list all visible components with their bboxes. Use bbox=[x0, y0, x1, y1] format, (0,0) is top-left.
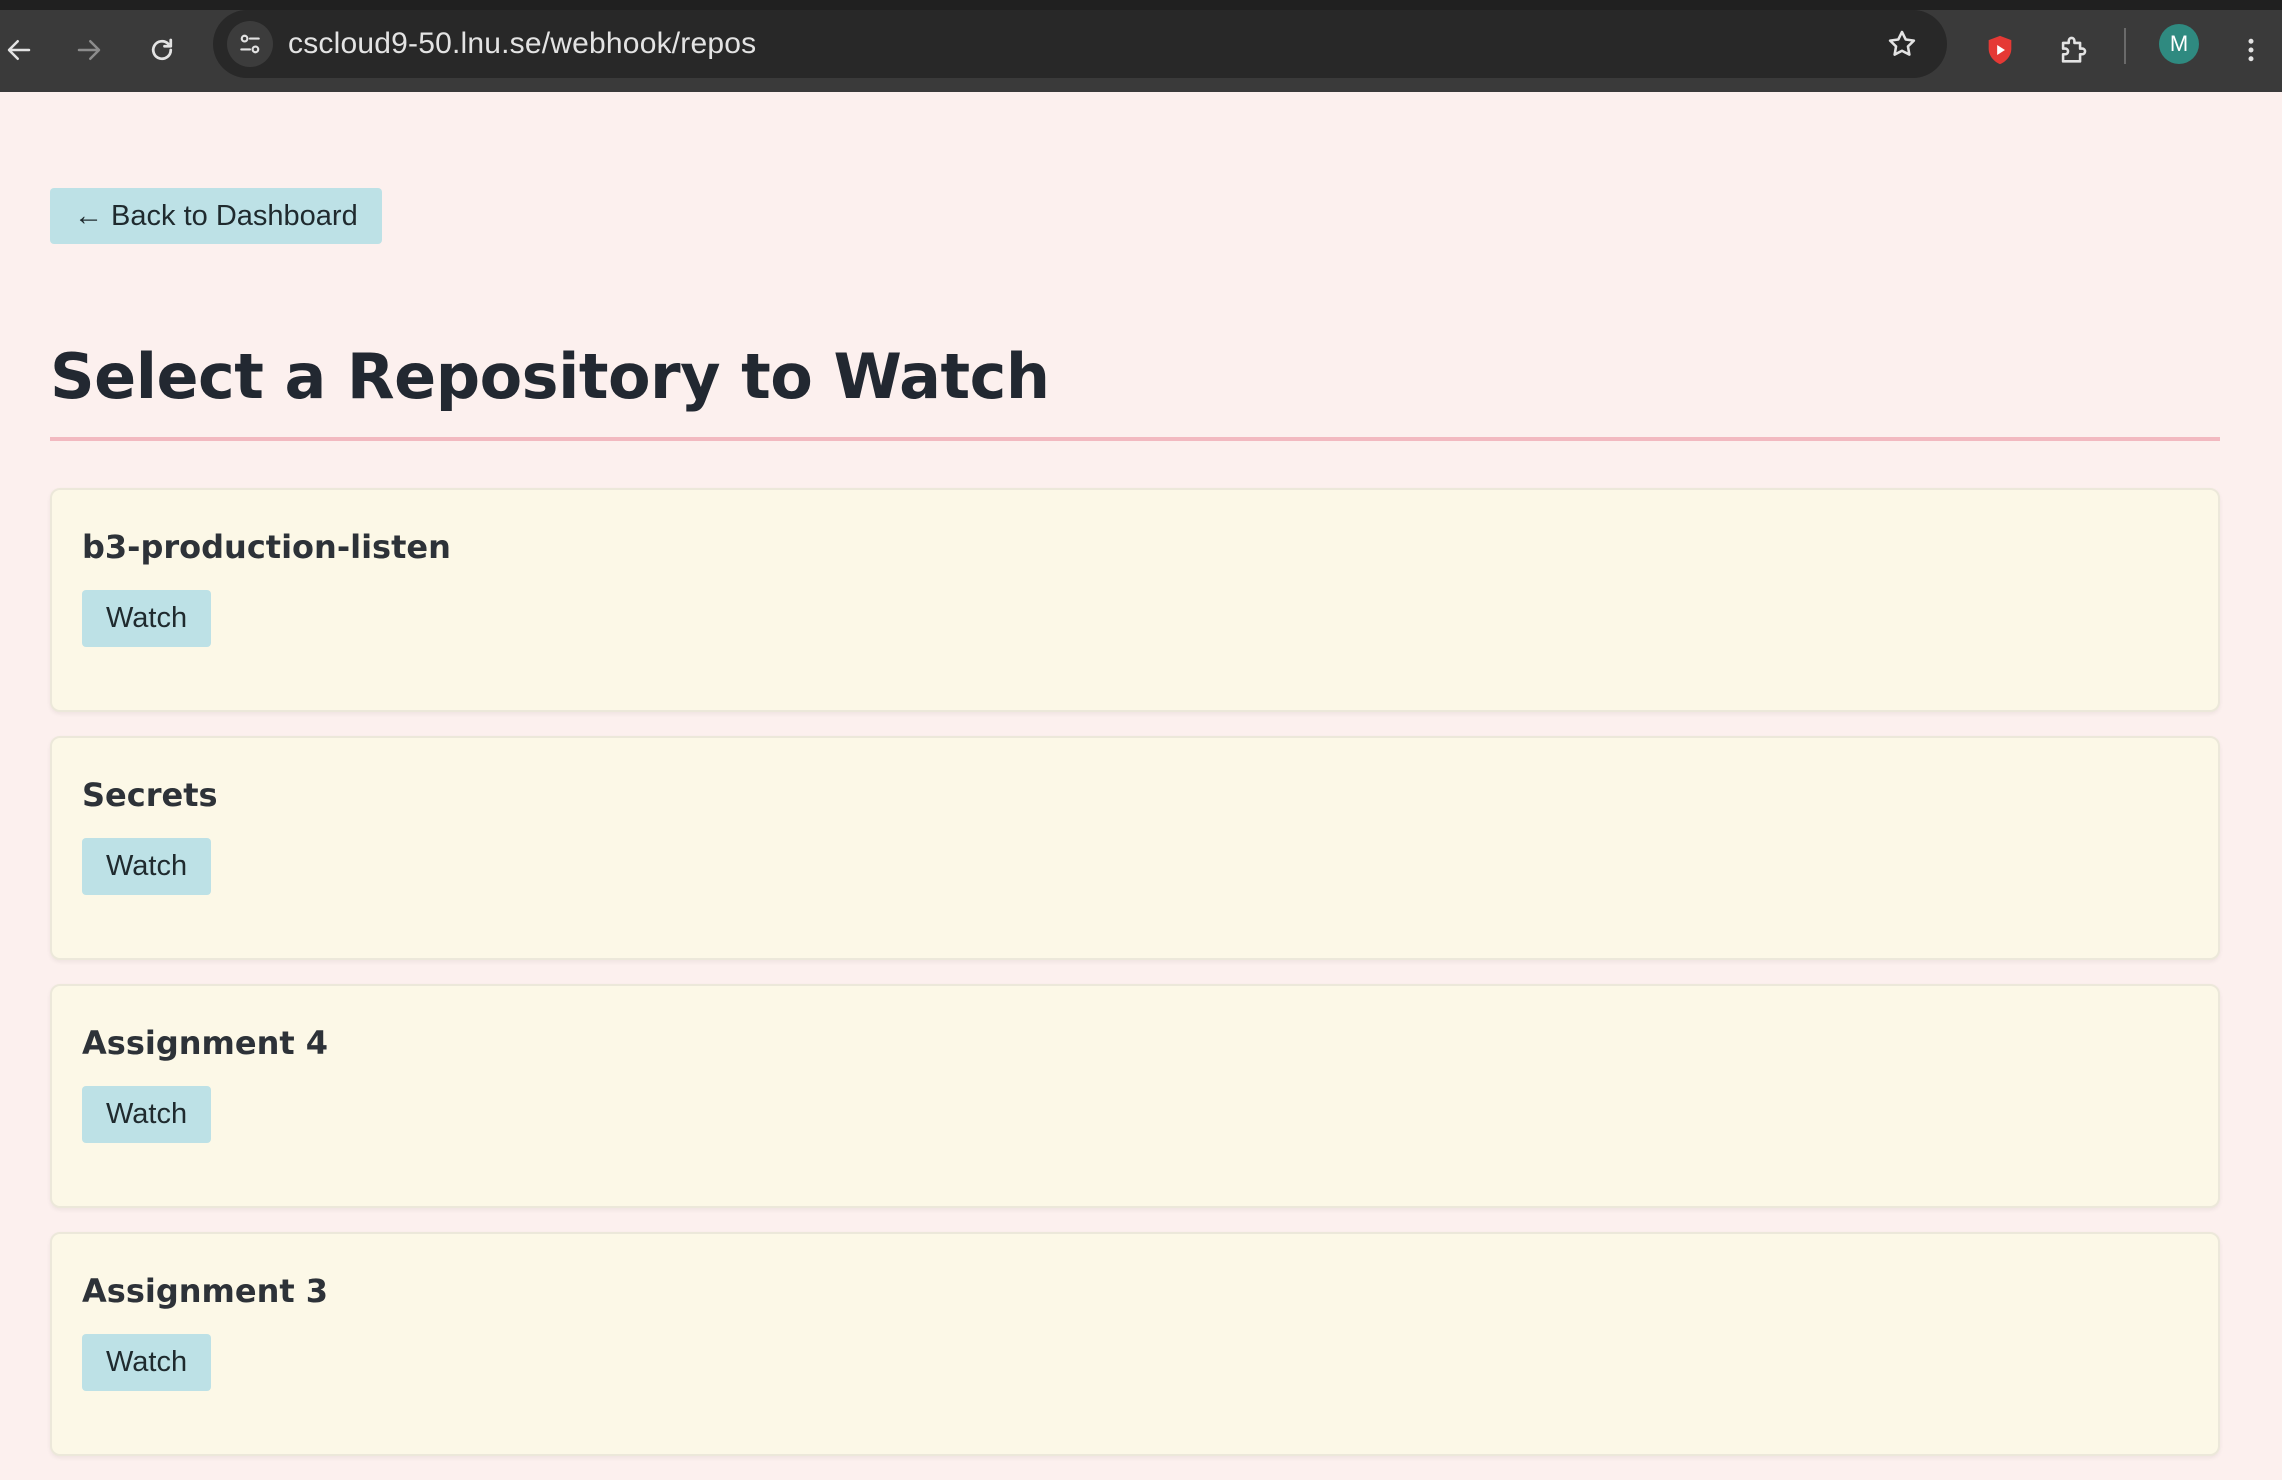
watch-button[interactable]: Watch bbox=[82, 838, 212, 895]
url-text[interactable]: cscloud9-50.lnu.se/webhook/repos bbox=[288, 10, 756, 78]
toolbar-divider bbox=[2124, 28, 2126, 64]
repo-card: Assignment 3 Watch bbox=[50, 1232, 2220, 1456]
page-content: ← Back to Dashboard Select a Repository … bbox=[0, 92, 2282, 1456]
title-divider bbox=[50, 437, 2220, 441]
kebab-menu-icon bbox=[2248, 38, 2254, 62]
star-icon bbox=[1888, 30, 1916, 56]
page-title: Select a Repository to Watch bbox=[50, 340, 1050, 413]
browser-toolbar: cscloud9-50.lnu.se/webhook/repos M bbox=[0, 0, 2282, 92]
arrow-right-icon bbox=[77, 40, 101, 60]
watch-button[interactable]: Watch bbox=[82, 1086, 212, 1143]
shield-extension-button[interactable] bbox=[1975, 25, 2025, 75]
reload-button[interactable] bbox=[137, 25, 187, 75]
repo-list: b3-production-listen Watch Secrets Watch… bbox=[50, 488, 2220, 1480]
site-info-button[interactable] bbox=[227, 21, 273, 67]
repo-card: Assignment 4 Watch bbox=[50, 984, 2220, 1208]
repo-name: Secrets bbox=[82, 776, 218, 814]
puzzle-icon bbox=[2061, 36, 2087, 63]
back-to-dashboard-button[interactable]: ← Back to Dashboard bbox=[50, 188, 382, 244]
watch-button[interactable]: Watch bbox=[82, 1334, 212, 1391]
repo-name: Assignment 4 bbox=[82, 1024, 329, 1062]
repo-name: b3-production-listen bbox=[82, 528, 451, 566]
browser-menu-button[interactable] bbox=[2226, 25, 2276, 75]
profile-avatar[interactable]: M bbox=[2159, 24, 2199, 64]
extensions-button[interactable] bbox=[2048, 25, 2098, 75]
arrow-left-icon bbox=[7, 40, 31, 60]
watch-button[interactable]: Watch bbox=[82, 590, 212, 647]
repo-card: b3-production-listen Watch bbox=[50, 488, 2220, 712]
address-bar[interactable]: cscloud9-50.lnu.se/webhook/repos bbox=[213, 10, 1947, 78]
forward-button[interactable] bbox=[64, 25, 114, 75]
back-button[interactable] bbox=[0, 25, 44, 75]
repo-name: Assignment 3 bbox=[82, 1272, 329, 1310]
reload-icon bbox=[151, 38, 173, 61]
tune-icon bbox=[240, 34, 260, 54]
shield-play-icon bbox=[1988, 35, 2012, 65]
repo-card: Secrets Watch bbox=[50, 736, 2220, 960]
bookmark-button[interactable] bbox=[1885, 27, 1919, 61]
